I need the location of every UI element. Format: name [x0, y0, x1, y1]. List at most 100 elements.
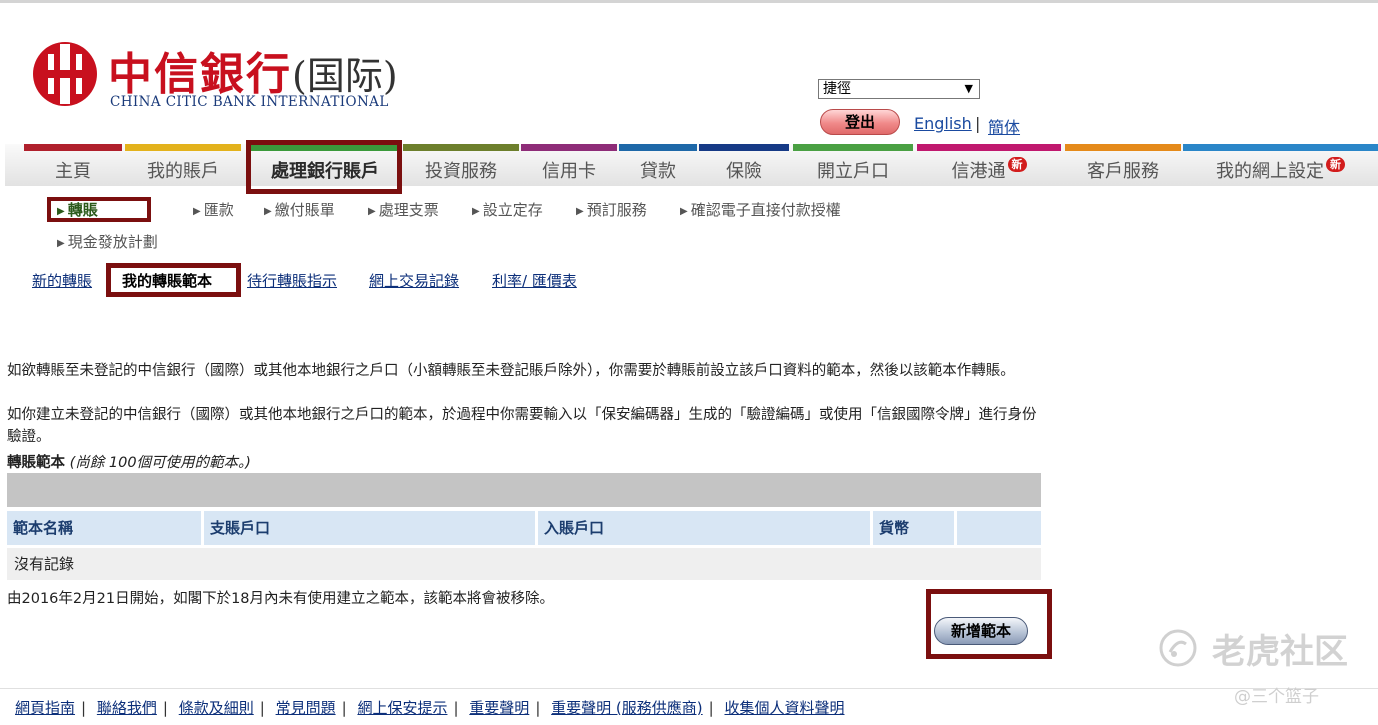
nav-item-label: 貸款: [640, 161, 676, 182]
footer-separator: |: [341, 699, 347, 717]
nav-item-label: 投資服務: [425, 161, 497, 182]
nav-item-label: 保險: [726, 161, 762, 182]
footer-separator: |: [162, 699, 168, 717]
triangle-right-icon: ▶: [472, 206, 480, 217]
footer-separator: |: [708, 699, 714, 717]
subnav-item-remittance[interactable]: ▶ 匯款: [193, 199, 234, 220]
nav-item-label: 我的賬戶: [147, 161, 219, 182]
watermark-text: 老虎社区: [1212, 632, 1348, 672]
tab-new-transfer[interactable]: 新的轉賬: [32, 270, 92, 291]
nav-item-label: 開立戶口: [817, 161, 889, 182]
subnav-item-cash-payout[interactable]: ▶ 現金發放計劃: [57, 231, 158, 252]
logout-button[interactable]: 登出: [820, 109, 900, 135]
no-records-row: 沒有記錄: [7, 548, 1041, 580]
nav-color-bar: [251, 144, 399, 151]
new-badge: 新: [1326, 157, 1345, 172]
footer-link-faq[interactable]: 常見問題: [276, 699, 336, 717]
nav-color-bar: [403, 144, 519, 151]
col-template-name: 範本名稱: [7, 511, 201, 545]
shortcut-select-value: 捷徑: [823, 81, 851, 97]
templates-title: 轉賬範本: [7, 455, 65, 471]
new-badge: 新: [1007, 157, 1027, 172]
main-nav: 主頁 我的賬戶 處理銀行賬戶 投資服務 信用卡 貸款 保險 開立戶口 信港通新 …: [5, 144, 1378, 186]
nav-item-investment[interactable]: 投資服務: [403, 144, 519, 186]
removal-notice: 由2016年2月21日開始，如閣下於18月內未有使用建立之範本，該範本將會被移除…: [7, 591, 555, 607]
nav-item-stock-connect[interactable]: 信港通新: [917, 144, 1061, 186]
triangle-right-icon: ▶: [57, 206, 65, 217]
nav-item-customer-service[interactable]: 客戶服務: [1065, 144, 1181, 186]
brand-name-cn: 中信銀行(国际): [108, 49, 398, 100]
nav-color-bar: [125, 144, 241, 151]
templates-table-header: 範本名稱 支賬戶口 入賬戶口 貨幣: [7, 511, 1041, 545]
subnav-item-time-deposit[interactable]: ▶ 設立定存: [472, 199, 543, 220]
nav-color-bar: [1183, 144, 1378, 151]
shortcut-select[interactable]: 捷徑 ▼: [818, 79, 980, 99]
watermark-handle: @三个篮子: [1234, 687, 1319, 707]
nav-color-bar: [521, 144, 617, 151]
templates-label: 轉賬範本 (尚餘 100個可使用的範本。): [7, 451, 251, 472]
templates-remaining: (尚餘 100個可使用的範本。): [69, 455, 251, 471]
lang-simplified-link[interactable]: 簡体: [988, 114, 1020, 138]
footer-separator: |: [259, 699, 265, 717]
tab-my-templates[interactable]: 我的轉賬範本: [122, 270, 212, 291]
footer-link-security-tips[interactable]: 網上保安提示: [357, 699, 447, 717]
col-debit-account: 支賬戶口: [204, 511, 535, 545]
nav-color-bar: [24, 144, 122, 151]
footer-divider: [0, 688, 1378, 689]
footer-separator: |: [453, 699, 459, 717]
footer-link-terms[interactable]: 條款及細則: [179, 699, 254, 717]
footer-link-site-guide[interactable]: 網頁指南: [15, 699, 75, 717]
nav-color-bar: [1065, 144, 1181, 151]
table-header-bar: [7, 473, 1041, 507]
description-para-2: 如你建立未登記的中信銀行（國際）或其他本地銀行之戶口的範本，於過程中你需要輸入以…: [7, 407, 1037, 445]
nav-color-bar: [793, 144, 913, 151]
triangle-right-icon: ▶: [368, 206, 376, 217]
col-credit-account: 入賬戶口: [538, 511, 870, 545]
nav-item-loans[interactable]: 貸款: [619, 144, 697, 186]
subnav-item-transfer[interactable]: ▶ 轉賬: [57, 199, 98, 220]
nav-item-label: 信用卡: [542, 161, 596, 182]
col-actions: [957, 511, 1041, 545]
nav-item-credit-card[interactable]: 信用卡: [521, 144, 617, 186]
brand-name-en: CHINA CITIC BANK INTERNATIONAL: [110, 94, 389, 110]
footer-links: 網頁指南 | 聯絡我們 | 條款及細則 | 常見問題 | 網上保安提示 | 重要聲明 | 重…: [15, 697, 845, 718]
footer-link-disclaimer-provider[interactable]: 重要聲明 (服務供應商): [551, 699, 702, 717]
triangle-right-icon: ▶: [264, 206, 272, 217]
tab-pending-instructions[interactable]: 待行轉賬指示: [247, 270, 337, 291]
footer-link-contact[interactable]: 聯絡我們: [97, 699, 157, 717]
watermark-logo-icon: [1159, 629, 1197, 667]
subnav-item-booking[interactable]: ▶ 預訂服務: [576, 199, 647, 220]
top-border: [0, 0, 1378, 3]
nav-item-home[interactable]: 主頁: [24, 144, 122, 186]
subnav-item-edda[interactable]: ▶ 確認電子直接付款授權: [680, 199, 841, 220]
nav-item-open-account[interactable]: 開立戶口: [793, 144, 913, 186]
tab-rates[interactable]: 利率/ 匯價表: [492, 270, 577, 291]
col-currency: 貨幣: [873, 511, 954, 545]
lang-english-link[interactable]: English: [914, 114, 972, 133]
footer-link-disclaimer[interactable]: 重要聲明: [469, 699, 529, 717]
footer-separator: |: [535, 699, 541, 717]
footer-separator: |: [81, 699, 87, 717]
nav-item-label: 我的網上設定新: [1183, 157, 1378, 183]
footer-link-privacy[interactable]: 收集個人資料聲明: [724, 699, 844, 717]
triangle-right-icon: ▶: [193, 206, 201, 217]
nav-item-label: 信港通新: [917, 157, 1061, 183]
triangle-right-icon: ▶: [57, 238, 65, 249]
nav-item-banking[interactable]: 處理銀行賬戶: [251, 144, 399, 186]
nav-item-online-settings[interactable]: 我的網上設定新: [1183, 144, 1378, 186]
nav-color-bar: [917, 144, 1061, 151]
nav-item-my-accounts[interactable]: 我的賬戶: [125, 144, 241, 186]
subnav-item-cheques[interactable]: ▶ 處理支票: [368, 199, 439, 220]
nav-color-bar: [699, 144, 789, 151]
nav-item-insurance[interactable]: 保險: [699, 144, 789, 186]
nav-item-label: 主頁: [55, 161, 91, 182]
lang-separator: |: [975, 114, 981, 133]
tab-transaction-records[interactable]: 網上交易記錄: [369, 270, 459, 291]
chevron-down-icon: ▼: [964, 82, 973, 95]
subnav-item-bill-payment[interactable]: ▶ 繳付賬單: [264, 199, 335, 220]
triangle-right-icon: ▶: [680, 206, 688, 217]
nav-item-label: 處理銀行賬戶: [271, 161, 379, 182]
description-para-1: 如欲轉賬至未登記的中信銀行（國際）或其他本地銀行之戶口（小額轉賬至未登記賬戶除外…: [7, 363, 1015, 379]
add-template-button[interactable]: 新增範本: [934, 617, 1028, 645]
triangle-right-icon: ▶: [576, 206, 584, 217]
